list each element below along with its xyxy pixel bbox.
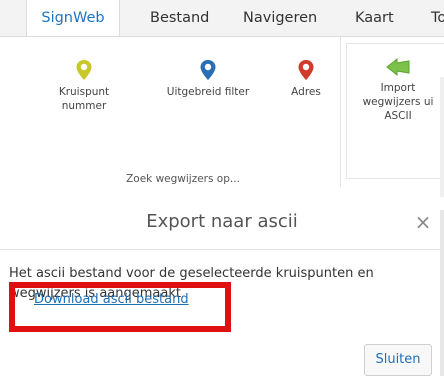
tab-tools[interactable]: To	[431, 0, 444, 36]
dialog-title: Export naar ascii	[146, 211, 298, 232]
export-dialog: Export naar ascii × Het ascii bestand vo…	[0, 197, 444, 376]
background-edge	[440, 210, 444, 376]
kruispunt-nummer-button[interactable]: Kruispunt nummer	[46, 59, 122, 113]
button-label: Uitgebreid filter	[166, 86, 250, 98]
panel-edge	[440, 77, 444, 197]
download-ascii-link[interactable]: Download ascii bestand	[34, 292, 189, 307]
button-label-line2: wegwijzers ui	[362, 96, 434, 108]
close-icon[interactable]: ×	[412, 211, 434, 233]
tab-navigeren[interactable]: Navigeren	[243, 0, 317, 36]
ribbon-panel: Kruispunt nummer Uitgebreid filter Adres…	[0, 36, 444, 197]
sluiten-button[interactable]: Sluiten	[364, 344, 432, 376]
group-caption: Zoek wegwijzers op...	[126, 173, 240, 185]
button-label-line1: Import	[380, 82, 416, 94]
tab-signweb[interactable]: SignWeb	[26, 0, 120, 37]
button-label-line3: ASCII	[384, 110, 412, 122]
button-label: Adres	[291, 86, 321, 98]
tab-kaart[interactable]: Kaart	[355, 0, 394, 36]
button-label-line2: nummer	[61, 100, 107, 112]
button-label-line1: Kruispunt	[58, 86, 110, 98]
map-pin-icon	[298, 60, 314, 80]
dialog-header: Export naar ascii ×	[0, 197, 444, 250]
app-window: SignWeb Bestand Navigeren Kaart To Kruis…	[0, 0, 444, 376]
highlight-annotation	[9, 282, 231, 332]
uitgebreid-filter-button[interactable]: Uitgebreid filter	[150, 59, 266, 99]
ribbon-tab-bar: SignWeb Bestand Navigeren Kaart To	[0, 0, 444, 37]
tab-bestand[interactable]: Bestand	[150, 0, 209, 36]
import-ascii-button[interactable]: Import wegwijzers ui ASCII	[352, 57, 444, 123]
arrow-left-icon	[386, 57, 410, 77]
adres-button[interactable]: Adres	[280, 59, 332, 99]
map-pin-icon	[76, 60, 92, 80]
map-pin-icon	[200, 60, 216, 80]
